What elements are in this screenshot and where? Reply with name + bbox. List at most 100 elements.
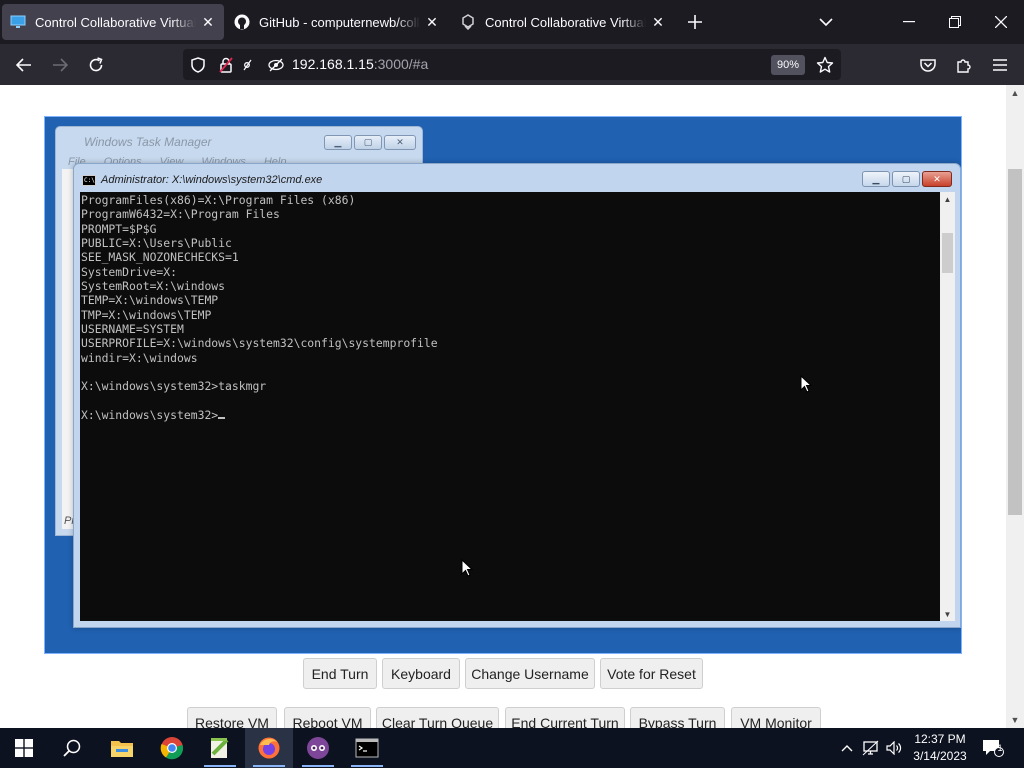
close-tab-icon[interactable]: ✕ [650, 14, 666, 30]
list-all-tabs-button[interactable] [814, 10, 838, 34]
console-output[interactable]: ProgramFiles(x86)=X:\Program Files (x86)… [80, 192, 940, 621]
reload-button[interactable] [82, 51, 110, 79]
url-path: :3000/#a [373, 56, 429, 72]
change-username-button[interactable]: Change Username [465, 658, 595, 689]
volume-button[interactable] [884, 728, 904, 768]
show-hidden-icons-button[interactable] [838, 728, 856, 768]
tab-title: Control Collaborative Virtual Machine [35, 14, 196, 30]
end-turn-button[interactable]: End Turn [303, 658, 377, 689]
console-line: PUBLIC=X:\Users\Public [81, 236, 232, 251]
scroll-down-arrow-icon[interactable]: ▼ [1006, 712, 1024, 728]
taskbar-command-prompt[interactable] [343, 728, 391, 768]
console-lines: ProgramFiles(x86)=X:\Program Files (x86)… [81, 193, 438, 393]
zoom-level-button[interactable]: 90% [771, 55, 805, 75]
maximize-icon[interactable]: ▢ [892, 171, 920, 187]
forward-arrow-icon [53, 58, 68, 72]
close-icon[interactable]: ✕ [384, 135, 416, 150]
clock-button[interactable]: 12:37 PM 3/14/2023 [905, 731, 975, 765]
close-tab-icon[interactable]: ✕ [200, 14, 216, 30]
close-tab-icon[interactable]: ✕ [424, 14, 440, 30]
shield-icon[interactable] [189, 56, 207, 74]
task-manager-title: Windows Task Manager [84, 135, 212, 149]
speaker-icon [886, 741, 902, 755]
taskbar-chrome[interactable] [148, 728, 196, 768]
taskbar-file-explorer[interactable] [98, 728, 146, 768]
keyboard-button[interactable]: Keyboard [382, 658, 460, 689]
bypass-turn-button[interactable]: Bypass Turn [630, 707, 725, 728]
scroll-down-arrow-icon[interactable]: ▼ [940, 607, 955, 621]
minimize-icon[interactable]: ▁ [324, 135, 352, 150]
scroll-up-arrow-icon[interactable]: ▲ [940, 192, 955, 206]
console-scroll-thumb[interactable] [942, 233, 953, 273]
monitor-icon [10, 14, 26, 30]
vote-for-reset-button[interactable]: Vote for Reset [600, 658, 703, 689]
restore-vm-button[interactable]: Restore VM [187, 707, 277, 728]
page-content: Windows Task Manager ▁ ▢ ✕ File Options … [0, 85, 1006, 728]
address-bar[interactable]: 192.168.1.15:3000/#a 90% [183, 49, 841, 80]
app-menu-button[interactable] [986, 51, 1014, 79]
tab-title: Control Collaborative Virtual Machine [485, 14, 646, 30]
console-line: SEE_MASK_NOZONECHECKS=1 [81, 250, 239, 265]
taskbar-notepad-plus-plus[interactable] [196, 728, 244, 768]
clear-turn-queue-button[interactable]: Clear Turn Queue [376, 707, 499, 728]
tab-github[interactable]: GitHub - computernewb/collab-vm ✕ [226, 4, 448, 40]
tab-strip: Control Collaborative Virtual Machine ✕ … [0, 0, 1024, 44]
scroll-up-arrow-icon[interactable]: ▲ [1006, 85, 1024, 101]
close-window-button[interactable] [989, 10, 1013, 34]
reload-icon [89, 57, 103, 72]
taskbar-firefox[interactable] [245, 728, 293, 768]
notification-count: 1 [997, 743, 1003, 753]
bookmark-star-icon[interactable] [815, 55, 835, 75]
windows-logo-icon [15, 739, 33, 757]
action-center-button[interactable]: 1 [978, 728, 1008, 768]
forward-button[interactable] [46, 51, 74, 79]
minimize-icon[interactable]: ▁ [862, 171, 890, 187]
page-scroll-thumb[interactable] [1008, 169, 1022, 515]
search-button[interactable] [48, 728, 96, 768]
task-manager-window-controls: ▁ ▢ ✕ [324, 135, 416, 151]
file-explorer-icon [111, 741, 133, 757]
hamburger-menu-icon [993, 59, 1007, 71]
network-button[interactable] [860, 728, 882, 768]
puzzle-icon [957, 59, 971, 73]
tab-control-vm-2[interactable]: Control Collaborative Virtual Machine ✕ [452, 4, 674, 40]
taskbar-tor-browser[interactable] [294, 728, 342, 768]
reboot-vm-button[interactable]: Reboot VM [284, 707, 371, 728]
plus-icon [688, 15, 702, 29]
minimize-window-button[interactable] [897, 10, 921, 34]
start-button[interactable] [0, 728, 48, 768]
console-line: TEMP=X:\windows\TEMP [81, 293, 219, 308]
clock-date: 3/14/2023 [913, 749, 967, 763]
extensions-button[interactable] [950, 51, 978, 79]
cmd-window[interactable]: C:\ Administrator: X:\windows\system32\c… [73, 163, 961, 628]
chrome-icon [160, 737, 184, 760]
url-host: 192.168.1.15 [292, 56, 374, 72]
cmd-window-controls: ▁ ▢ ✕ [862, 171, 952, 187]
console-line: SystemDrive=X: [81, 264, 178, 279]
vm-monitor-button[interactable]: VM Monitor [731, 707, 821, 728]
tab-control-vm-1[interactable]: Control Collaborative Virtual Machine ✕ [2, 4, 224, 40]
permissions-icon[interactable] [243, 56, 265, 74]
close-icon [995, 16, 1007, 28]
vm-display[interactable]: Windows Task Manager ▁ ▢ ✕ File Options … [44, 116, 962, 654]
tracking-protection-off-icon[interactable] [267, 56, 285, 74]
pocket-button[interactable] [914, 51, 942, 79]
page-scrollbar[interactable]: ▲ ▼ [1006, 85, 1024, 728]
text-cursor [218, 417, 226, 420]
restore-window-button[interactable] [943, 10, 967, 34]
insecure-lock-icon[interactable] [217, 56, 235, 74]
maximize-icon[interactable]: ▢ [354, 135, 382, 150]
console-line: ProgramFiles(x86)=X:\Program Files (x86) [81, 193, 356, 207]
github-icon [234, 14, 250, 30]
console-line: ProgramW6432=X:\Program Files [81, 207, 280, 222]
close-icon[interactable]: ✕ [922, 171, 952, 187]
end-current-turn-button[interactable]: End Current Turn [505, 707, 625, 728]
mouse-pointer-icon [800, 375, 812, 393]
new-tab-button[interactable] [683, 10, 707, 34]
back-button[interactable] [10, 51, 38, 79]
console-scrollbar[interactable]: ▲ ▼ [940, 192, 955, 621]
chevron-up-icon [841, 745, 853, 752]
console-prompt: X:\windows\system32> [81, 408, 219, 423]
console-line: USERNAME=SYSTEM [81, 322, 184, 337]
url-text[interactable]: 192.168.1.15:3000/#a [292, 56, 428, 72]
